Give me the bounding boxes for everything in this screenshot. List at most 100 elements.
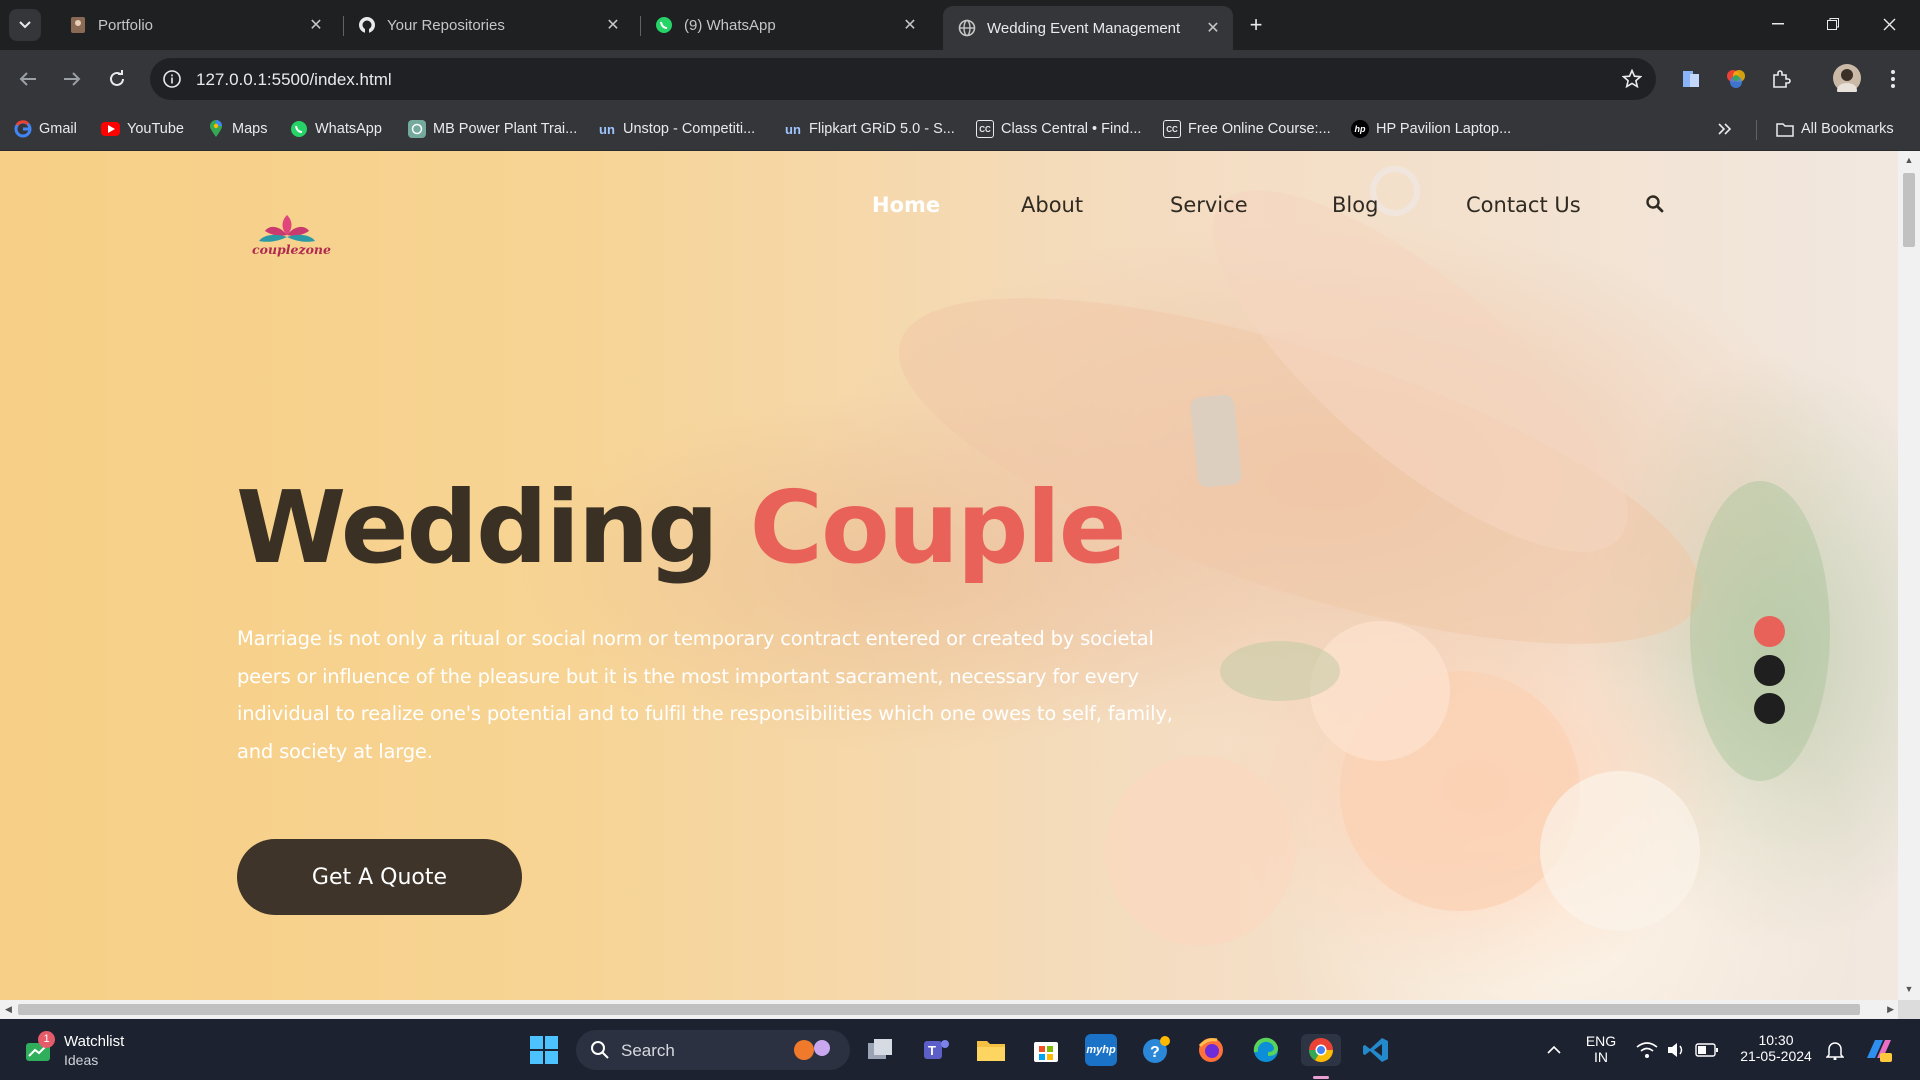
scroll-left-arrow[interactable]: ◀ [5, 1004, 12, 1015]
bookmark-unstop[interactable]: un Unstop - Competiti... [598, 118, 755, 140]
logo-wordmark: couplezone [252, 242, 331, 257]
close-tab-icon[interactable]: ✕ [898, 13, 922, 37]
close-tab-icon[interactable]: ✕ [304, 13, 328, 37]
tab-title: Portfolio [98, 16, 154, 34]
close-tab-icon[interactable]: ✕ [1201, 16, 1225, 40]
bookmark-whatsapp[interactable]: WhatsApp [290, 118, 382, 140]
vertical-scrollbar[interactable]: ▲ ▼ [1898, 151, 1920, 1000]
bookmark-label: Flipkart GRiD 5.0 - S... [809, 121, 955, 137]
tab-search-button[interactable] [9, 9, 41, 41]
language-indicator[interactable]: ENG IN [1580, 1033, 1622, 1065]
windows-taskbar: 1 Watchlist Ideas Search T myhp ? ENG IN… [0, 1019, 1920, 1080]
bookmark-label: Maps [232, 121, 268, 137]
language-code: ENG [1585, 1033, 1617, 1049]
extensions-puzzle-icon[interactable] [1768, 66, 1794, 92]
hero-title-word2: Couple [749, 469, 1127, 586]
bookmark-label: Gmail [39, 121, 77, 137]
back-button[interactable] [12, 63, 44, 95]
nav-contact-us[interactable]: Contact Us [1466, 193, 1581, 217]
restore-button[interactable] [1810, 8, 1856, 40]
hp-icon: hp [1351, 120, 1369, 138]
close-window-button[interactable] [1866, 8, 1912, 40]
chrome-taskbar-icon[interactable] [1301, 1034, 1341, 1066]
reading-mode-icon[interactable] [1678, 66, 1704, 92]
svg-text:T: T [928, 1043, 936, 1058]
scroll-up-arrow[interactable]: ▲ [1904, 155, 1914, 165]
arrow-left-icon [19, 72, 36, 86]
bookmark-maps[interactable]: Maps [207, 118, 267, 140]
bookmarks-bar: Gmail YouTube Maps WhatsApp MB Power Pla… [0, 108, 1920, 151]
all-bookmarks-button[interactable]: All Bookmarks [1776, 118, 1894, 140]
close-tab-icon[interactable]: ✕ [601, 13, 625, 37]
browser-menu-icon[interactable] [1880, 66, 1906, 92]
edge-icon[interactable] [1250, 1034, 1282, 1066]
forward-button[interactable] [56, 63, 88, 95]
bookmark-gmail[interactable]: Gmail [14, 118, 77, 140]
bookmark-star-icon[interactable] [1620, 67, 1644, 91]
horizontal-scroll-thumb[interactable] [18, 1004, 1860, 1015]
show-hidden-icons-chevron[interactable] [1538, 1034, 1570, 1066]
tab-portfolio[interactable]: Portfolio ✕ [54, 6, 336, 44]
nav-home[interactable]: Home [872, 193, 940, 217]
firefox-icon[interactable] [1195, 1034, 1227, 1066]
url-text[interactable]: 127.0.0.1:5500/index.html [196, 70, 392, 90]
get-a-quote-button[interactable]: Get A Quote [237, 839, 522, 915]
wifi-icon[interactable] [1631, 1034, 1663, 1066]
slider-dot-2[interactable] [1754, 655, 1785, 686]
site-logo[interactable]: couplezone [251, 211, 331, 263]
nav-about[interactable]: About [1021, 193, 1083, 217]
slider-dot-1[interactable] [1754, 616, 1785, 647]
color-extension-icon[interactable] [1723, 66, 1749, 92]
reload-icon [110, 70, 124, 86]
vertical-scroll-thumb[interactable] [1903, 173, 1915, 247]
svg-text:?: ? [1150, 1044, 1160, 1061]
site-search-icon[interactable] [1645, 194, 1667, 216]
vscode-icon[interactable] [1360, 1034, 1392, 1066]
tab-wedding-event-management[interactable]: Wedding Event Management ✕ [943, 6, 1233, 50]
microsoft-store-icon[interactable] [1030, 1034, 1062, 1066]
watchlist-widget[interactable]: 1 Watchlist Ideas [22, 1031, 222, 1069]
volume-icon[interactable] [1661, 1034, 1693, 1066]
bookmark-free-online-course[interactable]: CC Free Online Course:... [1163, 118, 1331, 140]
bookmark-flipkart-grid[interactable]: un Flipkart GRiD 5.0 - S... [784, 118, 955, 140]
more-bookmarks-button[interactable] [1718, 118, 1732, 140]
tab-whatsapp[interactable]: (9) WhatsApp ✕ [640, 6, 930, 44]
clock-date: 21-05-2024 [1740, 1048, 1812, 1064]
clock[interactable]: 10:30 21-05-2024 [1728, 1032, 1824, 1064]
chevron-down-icon [19, 21, 31, 29]
get-help-icon[interactable]: ? [1140, 1034, 1172, 1066]
bookmark-mb-power-plant[interactable]: MB Power Plant Trai... [408, 118, 577, 140]
copilot-icon[interactable] [1862, 1034, 1894, 1066]
address-bar[interactable]: 127.0.0.1:5500/index.html [150, 58, 1656, 100]
teams-icon[interactable]: T [920, 1034, 952, 1066]
restore-icon [1827, 18, 1839, 30]
slider-dot-3[interactable] [1754, 693, 1785, 724]
profile-avatar[interactable] [1833, 64, 1861, 92]
tab-your-repositories[interactable]: Your Repositories ✕ [343, 6, 633, 44]
nav-blog[interactable]: Blog [1332, 193, 1378, 217]
task-view-icon[interactable] [865, 1034, 897, 1066]
page-viewport: couplezone Home About Service Blog Conta… [0, 151, 1898, 1000]
unstop-icon: un [599, 121, 615, 137]
unstop-icon: un [785, 121, 801, 137]
myhp-icon[interactable]: myhp [1085, 1034, 1117, 1066]
bookmark-youtube[interactable]: YouTube [101, 118, 184, 140]
reload-button[interactable] [101, 63, 133, 95]
globe-icon [957, 18, 977, 38]
horizontal-scrollbar[interactable]: ◀ ▶ [0, 1000, 1898, 1019]
minimize-button[interactable] [1755, 8, 1801, 40]
file-explorer-icon[interactable] [975, 1034, 1007, 1066]
notification-bell-icon[interactable] [1819, 1034, 1851, 1066]
bookmark-hp-pavilion[interactable]: hp HP Pavilion Laptop... [1351, 118, 1511, 140]
scroll-down-arrow[interactable]: ▼ [1904, 984, 1914, 994]
nav-service[interactable]: Service [1170, 193, 1248, 217]
new-tab-button[interactable]: + [1242, 11, 1270, 39]
bookmark-label: YouTube [127, 121, 184, 137]
battery-icon[interactable] [1691, 1034, 1723, 1066]
scroll-right-arrow[interactable]: ▶ [1887, 1004, 1894, 1015]
taskbar-search[interactable]: Search [576, 1030, 850, 1070]
windows-start-icon[interactable] [528, 1034, 560, 1066]
bookmark-label: MB Power Plant Trai... [433, 121, 578, 137]
site-info-icon[interactable] [160, 67, 184, 91]
bookmark-class-central[interactable]: CC Class Central • Find... [976, 118, 1141, 140]
